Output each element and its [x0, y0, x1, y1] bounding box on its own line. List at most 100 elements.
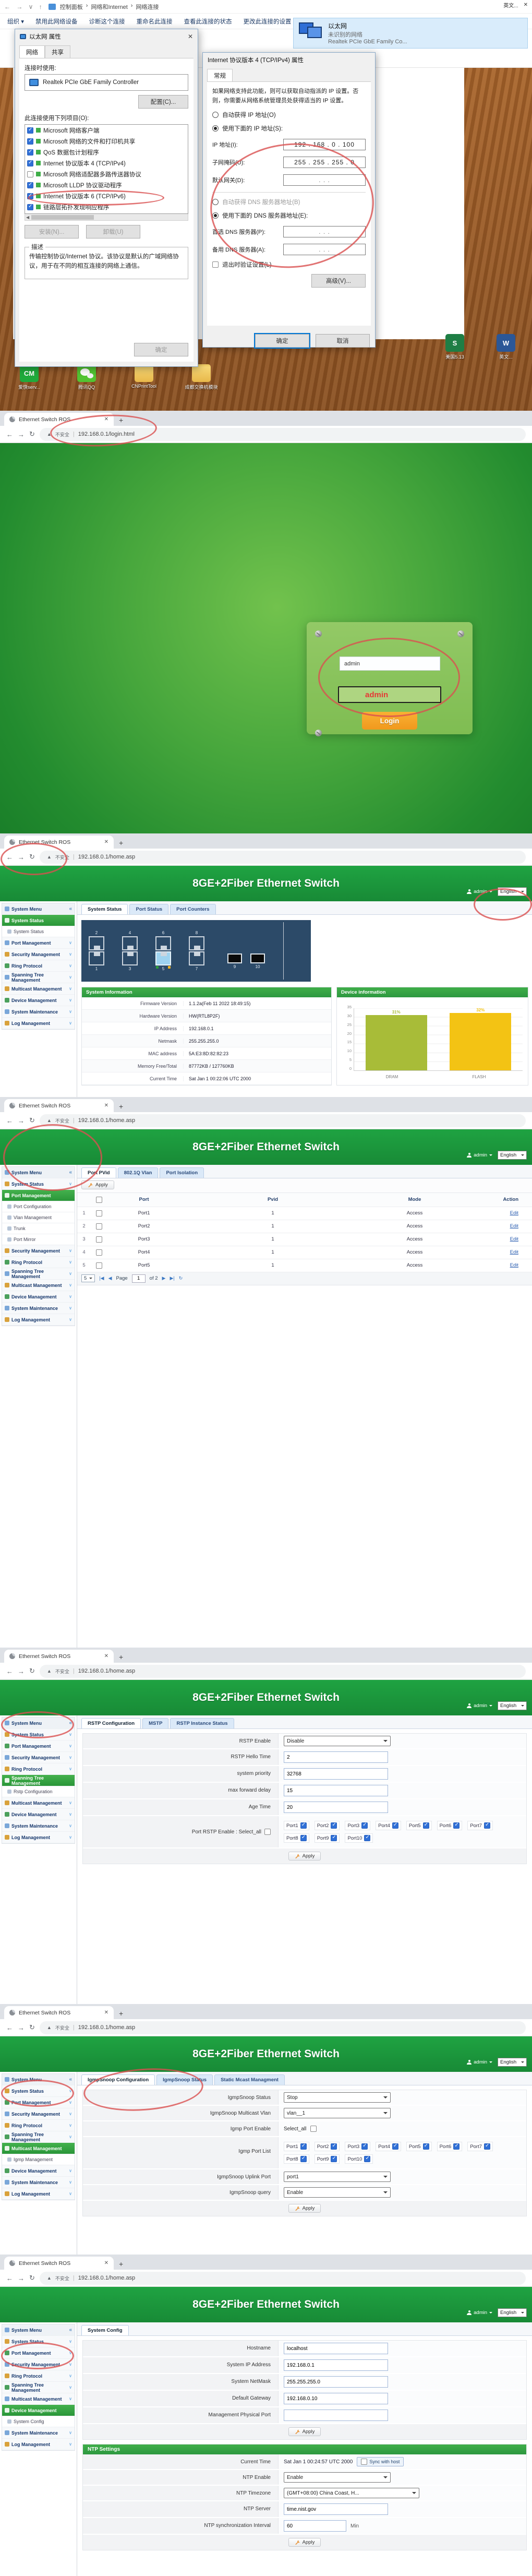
sidebar-item[interactable]: Log Management ∨	[2, 1018, 75, 1029]
new-tab-button[interactable]: +	[119, 839, 123, 849]
configure-button[interactable]: 配置(C)...	[138, 95, 188, 109]
sidebar-item[interactable]: System Maintenance ∨	[2, 2177, 75, 2188]
rstp-age-time-input[interactable]	[284, 1802, 388, 1813]
new-tab-button[interactable]: +	[119, 1102, 123, 1112]
sidebar-item[interactable]: Spanning Tree Management ∨	[2, 2382, 75, 2393]
checkbox[interactable]	[453, 2143, 460, 2150]
rj45-port-icon[interactable]	[122, 936, 138, 950]
select-all-checkbox[interactable]	[96, 1196, 102, 1203]
content-tab[interactable]: Port Isolation	[160, 1167, 204, 1178]
sidebar-item[interactable]: System Status ∨	[2, 1729, 75, 1740]
sidebar-item[interactable]: System Status	[2, 926, 75, 937]
port-checkbox-item[interactable]: Port8	[284, 2154, 309, 2164]
user-menu[interactable]: admin	[467, 2310, 492, 2316]
checkbox[interactable]	[484, 2143, 491, 2150]
password-input[interactable]: admin	[338, 686, 441, 703]
sidebar-item[interactable]: Vlan Management	[2, 1212, 75, 1223]
checkbox[interactable]	[300, 2143, 307, 2150]
netmask-input[interactable]	[284, 2376, 388, 2388]
sidebar-item[interactable]: Security Management ∨	[2, 1245, 75, 1257]
checkbox[interactable]	[392, 1822, 398, 1829]
sidebar-item[interactable]: Ring Protocol ∨	[2, 2120, 75, 2131]
rstp-enable-select[interactable]: Disable	[284, 1736, 391, 1746]
network-adapter-tile[interactable]: 以太网 未识别的网络 Realtek PCIe GbE Family Co...	[293, 18, 528, 49]
radio-auto-ip[interactable]	[212, 112, 219, 118]
reload-icon[interactable]: ↻	[29, 1667, 35, 1675]
login-button[interactable]: Login	[362, 712, 417, 730]
browser-tab[interactable]: Ethernet Switch ROS ✕	[4, 1099, 114, 1112]
igmp-uplink-select[interactable]: port1	[284, 2172, 391, 2182]
sidebar-item[interactable]: Port Mirror	[2, 1234, 75, 1245]
select-all-checkbox[interactable]	[264, 1829, 271, 1835]
sidebar-item[interactable]: Log Management ∨	[2, 2439, 75, 2450]
content-tab[interactable]: IgmpSnoop Status	[156, 2074, 213, 2085]
sidebar-item[interactable]: Port Management ∨	[2, 937, 75, 949]
apply-button[interactable]: Apply	[288, 2204, 321, 2213]
back-icon[interactable]: ←	[6, 1117, 13, 1125]
content-tab[interactable]: 802.1Q Vlan	[117, 1167, 159, 1178]
sfp-port-icon[interactable]	[250, 953, 265, 963]
checkbox[interactable]	[331, 2143, 337, 2150]
rstp-hello-input[interactable]	[284, 1751, 388, 1763]
protocol-item[interactable]: Microsoft LLDP 协议驱动程序	[25, 180, 188, 190]
apply-button[interactable]: Apply	[288, 2427, 321, 2436]
content-tab[interactable]: Port PVid	[81, 1167, 116, 1178]
sidebar-item[interactable]: Ring Protocol ∨	[2, 2370, 75, 2382]
forward-icon[interactable]: →	[18, 431, 25, 438]
checkbox[interactable]	[422, 1822, 429, 1829]
first-page-icon[interactable]: |◀	[99, 1275, 104, 1281]
back-icon[interactable]: ←	[6, 853, 13, 861]
refresh-icon[interactable]: ↻	[179, 1275, 183, 1281]
browser-tab[interactable]: Ethernet Switch ROS ✕	[4, 2006, 114, 2019]
port-checkbox-item[interactable]: Port9	[314, 1833, 340, 1843]
new-tab-button[interactable]: +	[119, 2009, 123, 2019]
close-icon[interactable]: ✕	[188, 33, 193, 40]
rj45-port-icon[interactable]	[155, 936, 171, 950]
language-select[interactable]: English	[498, 2308, 527, 2317]
checkbox[interactable]	[300, 2155, 307, 2162]
protocol-item[interactable]: Internet 协议版本 4 (TCP/IPv4)	[25, 158, 188, 169]
edit-link[interactable]: Edit	[510, 1236, 518, 1242]
protocol-item[interactable]: Microsoft 网络适配器多路传送器协议	[25, 169, 188, 180]
sidebar-item[interactable]: Device Management ∨	[2, 1809, 75, 1820]
breadcrumb-item[interactable]: 控制面板	[60, 3, 83, 11]
sfp-port-icon[interactable]	[227, 953, 242, 963]
select-all-checkbox[interactable]	[310, 2126, 317, 2132]
sidebar-item[interactable]: Multicast Management ∨	[2, 983, 75, 995]
browser-tab[interactable]: Ethernet Switch ROS ✕	[4, 836, 114, 849]
rj45-port-icon[interactable]	[189, 951, 204, 965]
new-tab-button[interactable]: +	[119, 416, 123, 426]
content-tab[interactable]: MSTP	[142, 1718, 169, 1728]
ok-button[interactable]: 确定	[254, 333, 310, 349]
sidebar-item[interactable]: Security Management ∨	[2, 2108, 75, 2120]
row-checkbox[interactable]	[96, 1249, 102, 1256]
tab-close-icon[interactable]: ✕	[104, 2260, 108, 2266]
row-checkbox[interactable]	[96, 1223, 102, 1230]
install-button[interactable]: 安装(N)...	[25, 225, 79, 238]
checkbox[interactable]	[27, 127, 33, 134]
port-checkbox-item[interactable]: Port6	[437, 1821, 463, 1830]
igmp-vlan-select[interactable]: vlan__1	[284, 2108, 391, 2118]
port-checkbox-item[interactable]: Port10	[345, 1833, 373, 1843]
edit-link[interactable]: Edit	[510, 1210, 518, 1216]
desktop-icon[interactable]: W 英文...	[487, 334, 525, 360]
sidebar-item[interactable]: Multicast Management ∨	[2, 1797, 75, 1809]
browser-tab[interactable]: Ethernet Switch ROS ✕	[4, 2257, 114, 2270]
desktop-icon[interactable]: S 美国5.13	[436, 334, 474, 360]
sidebar-item[interactable]: Log Management ∨	[2, 2188, 75, 2200]
command-bar-item[interactable]: 更改此连接的设置	[243, 17, 291, 26]
checkbox[interactable]	[364, 2155, 371, 2162]
close-icon[interactable]: ✕	[524, 2, 528, 8]
sidebar-item[interactable]: Port Management	[2, 1190, 75, 1201]
sidebar-item[interactable]: Ring Protocol ∨	[2, 960, 75, 972]
port-checkbox-item[interactable]: Port4	[376, 2142, 401, 2151]
validate-checkbox[interactable]	[212, 261, 219, 268]
address-bar[interactable]: ▲ 不安全 | 192.168.0.1/home.asp	[39, 2021, 526, 2034]
port-checkbox-item[interactable]: Port5	[406, 2142, 432, 2151]
breadcrumb-item[interactable]: 网络和Internet	[91, 3, 127, 11]
sidebar-item[interactable]: Security Management ∨	[2, 2359, 75, 2370]
browser-tab[interactable]: Ethernet Switch ROS ✕	[4, 1650, 114, 1663]
content-tab[interactable]: RSTP Configuration	[81, 1718, 141, 1728]
sidebar-item[interactable]: Device Management ∨	[2, 1291, 75, 1303]
tab-close-icon[interactable]: ✕	[104, 2010, 108, 2016]
